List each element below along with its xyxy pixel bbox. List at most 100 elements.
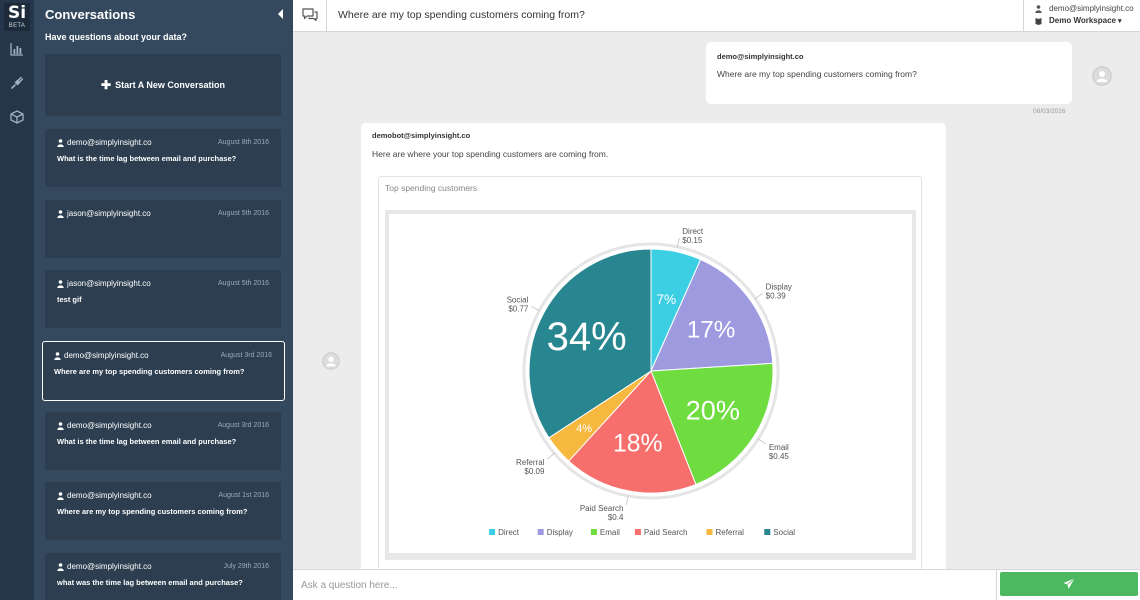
question-input[interactable]: [293, 570, 997, 600]
callout-line: [754, 292, 763, 300]
legend-swatch[interactable]: [489, 529, 496, 535]
conversation-question: What is the time lag between email and p…: [57, 154, 237, 163]
chart-title: Top spending customers: [385, 183, 478, 193]
panel-subtitle: Have questions about your data?: [45, 32, 188, 42]
user-icon: [57, 562, 64, 571]
cube-icon[interactable]: [9, 109, 25, 125]
account-menu: demo@simplyinsight.co Demo Workspace ▾: [1023, 0, 1140, 32]
slice-name-label: Direct: [682, 227, 704, 236]
slice-percent-label: 20%: [686, 396, 740, 426]
conversation-user: demo@simplyinsight.co: [57, 491, 152, 500]
conversation-date: August 5th 2016: [218, 280, 269, 287]
legend-swatch[interactable]: [706, 529, 713, 535]
slice-name-label: Social: [507, 295, 529, 304]
conversations-panel: Conversations Have questions about your …: [34, 0, 293, 600]
conversation-item[interactable]: demo@simplyinsight.co August 1st 2016 Wher…: [45, 482, 281, 540]
new-conversation-button[interactable]: ✚ Start A New Conversation: [45, 54, 281, 116]
slice-name-label: Display: [766, 282, 792, 291]
conversation-user-email: jason@simplyinsight.co: [67, 279, 151, 288]
user-icon: [57, 279, 64, 288]
legend-swatch[interactable]: [590, 529, 597, 535]
user-icon: [57, 421, 64, 430]
slice-value-label: $0.77: [508, 304, 529, 313]
user-avatar-icon: [1092, 66, 1112, 86]
chart-plot-area: 7% Direct $0.15 17% Display $0.39 20% Email $0.4…: [389, 214, 912, 553]
conversation-user-email: demo@simplyinsight.co: [67, 421, 152, 430]
slice-value-label: $0.4: [608, 513, 624, 522]
pie-chart: 7%Direct$0.1517%Display$0.3920%Email$0.4…: [489, 227, 795, 537]
conversation-date: July 29th 2016: [223, 563, 269, 570]
chat-bubbles-icon: [302, 8, 318, 22]
conversation-item[interactable]: jason@simplyinsight.co August 5th 2016: [45, 200, 281, 258]
panel-title: Conversations: [45, 7, 136, 22]
workspace-name: Demo Workspace: [1049, 16, 1116, 25]
conversation-user: demo@simplyinsight.co: [54, 351, 149, 360]
legend-label[interactable]: Direct: [498, 528, 520, 537]
bot-avatar-icon: [322, 352, 340, 370]
slice-percent-label: 34%: [547, 315, 627, 359]
legend-label[interactable]: Paid Search: [644, 528, 688, 537]
legend-label[interactable]: Display: [547, 528, 573, 537]
conversation-date: August 3rd 2016: [220, 352, 272, 359]
slice-percent-label: 7%: [656, 292, 676, 307]
chat-icon-box[interactable]: [293, 0, 327, 32]
header: Where are my top spending customers comi…: [293, 0, 1140, 32]
conversation-user: demo@simplyinsight.co: [57, 138, 152, 147]
conversation-date: August 8th 2016: [218, 139, 269, 146]
input-bar: [293, 569, 1140, 600]
slice-percent-label: 17%: [687, 317, 736, 344]
user-icon: [54, 351, 61, 360]
callout-line: [757, 438, 767, 445]
send-button[interactable]: [1000, 572, 1138, 596]
legend-label[interactable]: Email: [600, 528, 620, 537]
message-sender: demo@simplyinsight.co: [717, 52, 804, 61]
icon-rail: Si BETA: [0, 0, 34, 600]
conversation-item[interactable]: demo@simplyinsight.co July 29th 2016 what …: [45, 553, 281, 600]
collapse-panel-icon[interactable]: [277, 9, 285, 19]
book-icon: [1035, 17, 1042, 25]
conversation-date: August 1st 2016: [218, 492, 269, 499]
user-message: demo@simplyinsight.co Where are my top s…: [706, 42, 1072, 104]
conversation-question: What is the time lag between email and p…: [57, 437, 237, 446]
bar-chart-icon[interactable]: [9, 41, 25, 57]
caret-down-icon: ▾: [1118, 17, 1122, 25]
slice-value-label: $0.39: [766, 291, 787, 300]
new-conversation-label: Start A New Conversation: [115, 80, 225, 90]
plug-icon[interactable]: [9, 75, 25, 91]
conversation-user-email: demo@simplyinsight.co: [67, 491, 152, 500]
legend-swatch[interactable]: [634, 529, 641, 535]
slice-name-label: Paid Search: [580, 504, 624, 513]
slice-value-label: $0.15: [682, 236, 703, 245]
conversation-user-email: demo@simplyinsight.co: [67, 562, 152, 571]
legend-swatch[interactable]: [537, 529, 544, 535]
conversation-user-email: jason@simplyinsight.co: [67, 209, 151, 218]
legend-label[interactable]: Referral: [716, 528, 745, 537]
message-sender: demobot@simplyinsight.co: [372, 131, 471, 140]
conversation-user: demo@simplyinsight.co: [57, 421, 152, 430]
workspace-dropdown[interactable]: Demo Workspace ▾: [1035, 16, 1122, 25]
chart-legend: Direct Display Email Paid Search Referral Soc…: [489, 528, 795, 537]
conversation-date: August 3rd 2016: [217, 422, 269, 429]
beta-badge: BETA: [8, 23, 26, 29]
conversation-user: jason@simplyinsight.co: [57, 209, 151, 218]
conversation-user: jason@simplyinsight.co: [57, 279, 151, 288]
conversation-title: Where are my top spending customers comi…: [338, 9, 585, 21]
user-icon: [1035, 4, 1042, 13]
app-logo[interactable]: Si BETA: [4, 3, 30, 31]
user-icon: [57, 209, 64, 218]
conversation-item[interactable]: jason@simplyinsight.co August 5th 2016 tes…: [45, 270, 281, 328]
conversation-item[interactable]: demo@simplyinsight.co August 8th 2016 What…: [45, 129, 281, 187]
message-timestamp: 08/03/2016: [1033, 108, 1066, 115]
paper-plane-icon: [1063, 578, 1075, 589]
message-text: Where are my top spending customers comi…: [717, 69, 917, 79]
bot-message: demobot@simplyinsight.co Here are where …: [361, 123, 946, 583]
conversation-question: what was the time lag between email and …: [57, 578, 243, 587]
legend-label[interactable]: Social: [773, 528, 795, 537]
legend-swatch[interactable]: [764, 529, 771, 535]
plus-icon: ✚: [101, 78, 112, 92]
conversation-item[interactable]: demo@simplyinsight.co August 3rd 2016 Wher…: [42, 341, 285, 401]
conversation-item[interactable]: demo@simplyinsight.co August 3rd 2016 What…: [45, 412, 281, 470]
user-icon: [57, 138, 64, 147]
slice-value-label: $0.09: [524, 467, 545, 476]
message-text: Here are where your top spending custome…: [372, 149, 609, 159]
